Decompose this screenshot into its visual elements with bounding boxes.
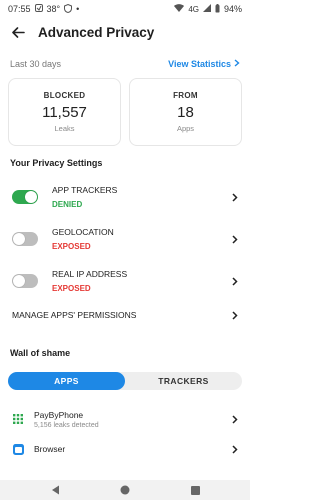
chevron-right-icon — [230, 276, 240, 286]
browser-icon — [12, 443, 24, 455]
setting-text: REAL IP ADDRESS EXPOSED — [52, 269, 230, 293]
stats-cards: BLOCKED 11,557 Leaks FROM 18 Apps — [0, 78, 250, 146]
app-name: Browser — [34, 444, 66, 454]
toggle-knob — [13, 233, 25, 245]
manage-permissions-row[interactable]: MANAGE APPS' PERMISSIONS — [0, 302, 250, 328]
chevron-right-icon — [234, 59, 240, 69]
status-battery: 94% — [223, 4, 242, 14]
nav-back-icon[interactable] — [50, 485, 60, 495]
chevron-right-icon — [230, 234, 240, 244]
grid-dots-icon — [12, 413, 24, 425]
setting-status: EXPOSED — [52, 284, 91, 293]
notification-icon — [34, 4, 43, 14]
setting-status: DENIED — [52, 200, 83, 209]
wifi-icon — [174, 4, 185, 14]
wall-of-shame-title: Wall of shame — [10, 348, 71, 358]
setting-row-app-trackers[interactable]: APP TRACKERS DENIED — [0, 176, 250, 218]
setting-text: APP TRACKERS DENIED — [52, 185, 230, 209]
status-temperature: 38° — [46, 4, 61, 14]
from-value: 18 — [177, 104, 194, 121]
setting-name: GEOLOCATION — [52, 227, 114, 237]
tab-apps[interactable]: APPS — [8, 372, 125, 390]
setting-name: REAL IP ADDRESS — [52, 269, 128, 279]
toggle-knob — [25, 191, 37, 203]
app-trackers-toggle[interactable] — [12, 190, 38, 204]
chevron-right-icon — [230, 444, 240, 454]
app-text: PayByPhone 5,156 leaks detected — [34, 410, 230, 429]
status-right: 4G 94% — [174, 3, 242, 15]
geolocation-toggle[interactable] — [12, 232, 38, 246]
system-nav-bar — [0, 480, 250, 500]
app-bar: Advanced Privacy — [0, 18, 250, 46]
setting-name: APP TRACKERS — [52, 185, 118, 195]
from-unit: Apps — [176, 124, 195, 133]
more-dot-icon: • — [76, 4, 80, 14]
view-statistics-link[interactable]: View Statistics — [168, 59, 240, 69]
app-row-browser[interactable]: Browser — [0, 434, 250, 464]
period-row: Last 30 days View Statistics — [0, 56, 250, 72]
app-name: PayByPhone — [34, 409, 84, 420]
chevron-right-icon — [230, 414, 240, 424]
from-card: FROM 18 Apps — [129, 78, 242, 146]
status-time: 07:55 — [8, 4, 31, 14]
back-arrow-icon[interactable] — [10, 24, 26, 40]
status-network: 4G — [188, 4, 199, 14]
setting-text: GEOLOCATION EXPOSED — [52, 227, 230, 251]
app-row-paybyphone[interactable]: PayByPhone 5,156 leaks detected — [0, 404, 250, 434]
app-text: Browser — [34, 444, 230, 454]
shield-status-icon — [64, 3, 73, 15]
view-statistics-label: View Statistics — [168, 59, 231, 69]
blocked-label: BLOCKED — [43, 91, 86, 100]
nav-recents-icon[interactable] — [190, 485, 200, 495]
setting-row-geolocation[interactable]: GEOLOCATION EXPOSED — [0, 218, 250, 260]
chevron-right-icon — [230, 310, 240, 320]
real-ip-toggle[interactable] — [12, 274, 38, 288]
setting-status: EXPOSED — [52, 242, 91, 251]
nav-home-icon[interactable] — [120, 485, 130, 495]
privacy-settings-title: Your Privacy Settings — [10, 158, 103, 168]
blocked-unit: Leaks — [54, 124, 75, 133]
blocked-card: BLOCKED 11,557 Leaks — [8, 78, 121, 146]
blocked-value: 11,557 — [42, 104, 87, 121]
toggle-knob — [13, 275, 25, 287]
chevron-right-icon — [230, 192, 240, 202]
battery-icon — [215, 3, 220, 15]
status-left: 07:55 38° • — [8, 3, 80, 15]
signal-icon — [202, 4, 211, 14]
from-label: FROM — [173, 91, 198, 100]
status-bar: 07:55 38° • 4G 94% — [0, 0, 250, 18]
tab-trackers[interactable]: TRACKERS — [125, 372, 242, 390]
wall-tabs: APPS TRACKERS — [8, 372, 242, 390]
app-leaks: 5,156 leaks detected — [34, 421, 99, 429]
setting-row-real-ip[interactable]: REAL IP ADDRESS EXPOSED — [0, 260, 250, 302]
page-title: Advanced Privacy — [38, 24, 155, 40]
manage-permissions-label: MANAGE APPS' PERMISSIONS — [12, 310, 137, 320]
period-label: Last 30 days — [10, 59, 62, 69]
